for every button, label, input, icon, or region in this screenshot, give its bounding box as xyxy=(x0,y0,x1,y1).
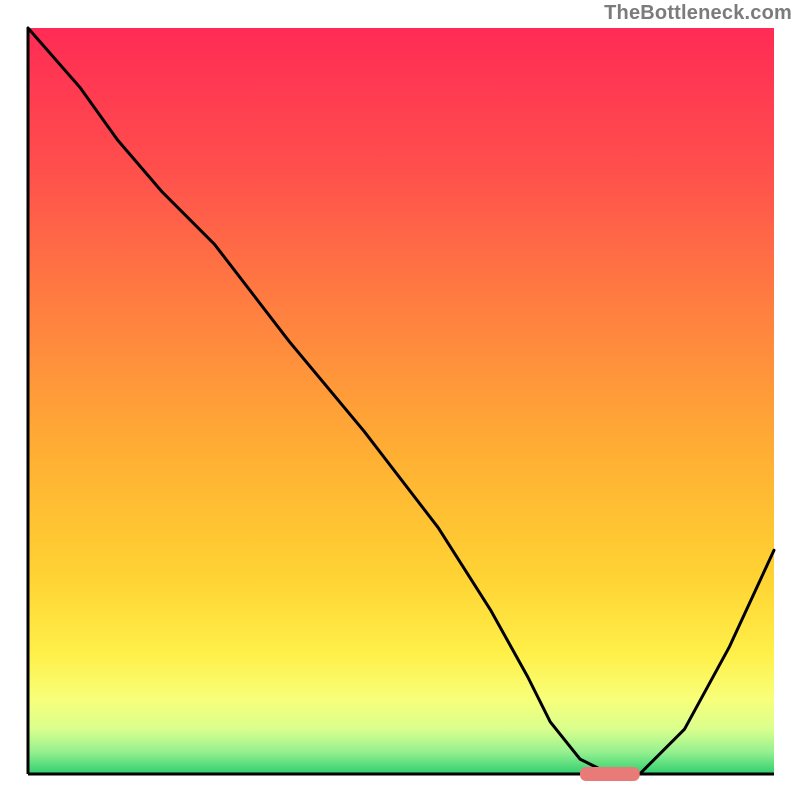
bottleneck-chart xyxy=(0,0,800,800)
plot-area xyxy=(28,28,774,774)
watermark: TheBottleneck.com xyxy=(604,2,792,25)
optimum-marker xyxy=(580,767,640,781)
